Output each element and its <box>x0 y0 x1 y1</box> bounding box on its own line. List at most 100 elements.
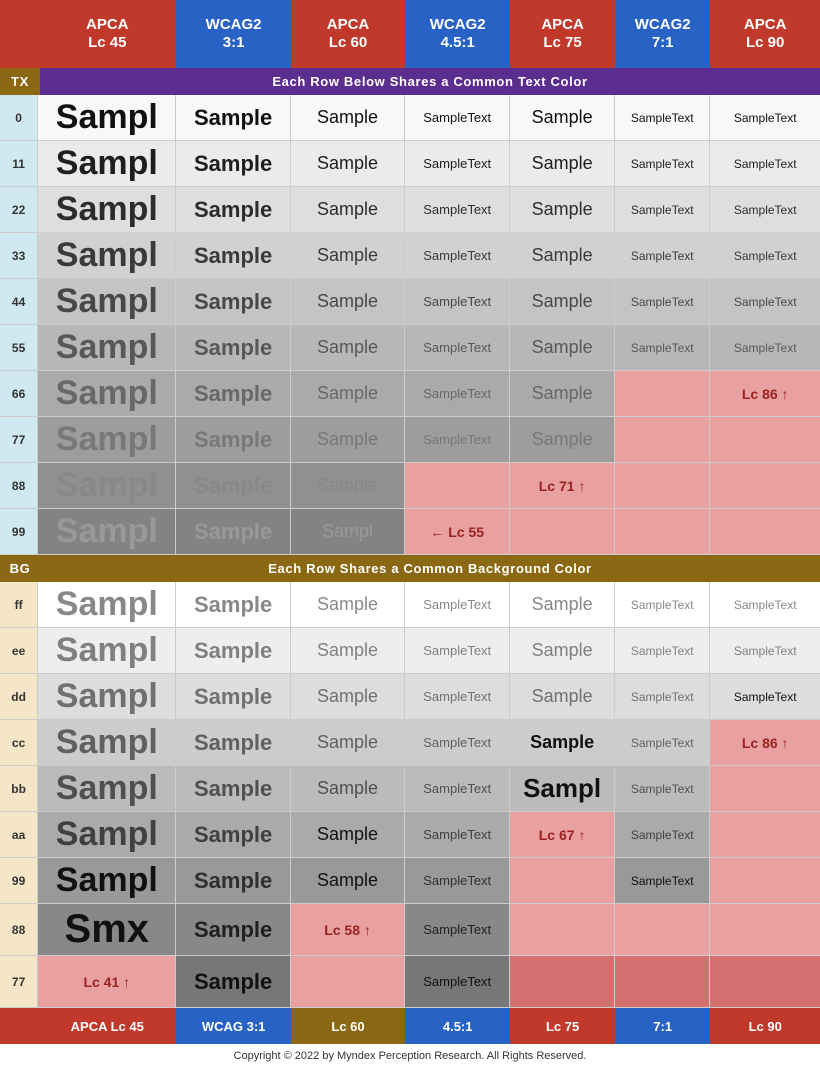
copyright-text: Copyright © 2022 by Myndex Perception Re… <box>0 1044 820 1066</box>
tx-cell-66-5: Sample <box>510 371 615 416</box>
bg-cell-88-5 <box>510 904 615 955</box>
bg-row-77: 77 Lc 41 ↑ Sample SampleText <box>0 956 820 1008</box>
footer-col-4: 4.5:1 <box>405 1008 510 1044</box>
bg-label: BG <box>0 555 40 582</box>
header-col-3: APCALc 60 <box>291 0 405 68</box>
bg-cell-cc-4: SampleText <box>405 720 510 765</box>
bg-cell-aa-4: SampleText <box>405 812 510 857</box>
bg-row-aa: aa Sampl Sample Sample SampleText Lc 67 … <box>0 812 820 858</box>
bg-row-label-cc: cc <box>0 720 38 765</box>
tx-cell-0-5: Sample <box>510 95 615 140</box>
tx-cell-88-2: Sample <box>176 463 290 508</box>
header-col-7: APCALc 90 <box>710 0 820 68</box>
bg-cell-aa-7 <box>710 812 820 857</box>
bg-cell-bb-4: SampleText <box>405 766 510 811</box>
bg-cell-ee-3: Sample <box>291 628 405 673</box>
tx-cell-55-1: Sampl <box>38 325 176 370</box>
tx-row-label-11: 11 <box>0 141 38 186</box>
tx-cell-11-2: Sample <box>176 141 290 186</box>
bg-cell-99-6: SampleText <box>615 858 710 903</box>
tx-cell-77-4: SampleText <box>405 417 510 462</box>
bg-row-label-ee: ee <box>0 628 38 673</box>
tx-row-label-55: 55 <box>0 325 38 370</box>
tx-cell-66-1: Sampl <box>38 371 176 416</box>
tx-cell-55-5: Sample <box>510 325 615 370</box>
bg-cell-ff-1: Sampl <box>38 582 176 627</box>
header-label-cell <box>0 0 38 68</box>
tx-cell-66-6 <box>615 371 710 416</box>
main-container: APCALc 45 WCAG23:1 APCALc 60 WCAG24.5:1 … <box>0 0 820 1066</box>
tx-row-label-88: 88 <box>0 463 38 508</box>
tx-cell-44-6: SampleText <box>615 279 710 324</box>
bg-cell-99-7 <box>710 858 820 903</box>
tx-cell-33-7: SampleText <box>710 233 820 278</box>
bg-cell-ff-4: SampleText <box>405 582 510 627</box>
footer-col-1: APCA Lc 45 <box>38 1008 176 1044</box>
tx-cell-44-7: SampleText <box>710 279 820 324</box>
bg-cell-ee-5: Sample <box>510 628 615 673</box>
tx-cell-22-5: Sample <box>510 187 615 232</box>
bg-cell-ee-2: Sample <box>176 628 290 673</box>
tx-cell-99-6 <box>615 509 710 554</box>
tx-cell-11-5: Sample <box>510 141 615 186</box>
bg-cell-88-7 <box>710 904 820 955</box>
tx-row-label-0: 0 <box>0 95 38 140</box>
tx-cell-66-7: Lc 86 ↑ <box>710 371 820 416</box>
tx-cell-22-3: Sample <box>291 187 405 232</box>
bg-row-99: 99 Sampl Sample Sample SampleText Sample… <box>0 858 820 904</box>
tx-cell-55-2: Sample <box>176 325 290 370</box>
bg-row-label-bb: bb <box>0 766 38 811</box>
tx-cell-22-6: SampleText <box>615 187 710 232</box>
bg-cell-99-5 <box>510 858 615 903</box>
bg-cell-aa-1: Sampl <box>38 812 176 857</box>
bg-cell-aa-2: Sample <box>176 812 290 857</box>
tx-cell-77-7 <box>710 417 820 462</box>
tx-cell-66-3: Sample <box>291 371 405 416</box>
footer-col-7: Lc 90 <box>710 1008 820 1044</box>
tx-cell-66-2: Sample <box>176 371 290 416</box>
bg-row-88: 88 Smx Sample Lc 58 ↑ SampleText <box>0 904 820 956</box>
bg-cell-dd-5: Sample <box>510 674 615 719</box>
bg-cell-dd-3: Sample <box>291 674 405 719</box>
tx-row-77: 77 Sampl Sample Sample SampleText Sample <box>0 417 820 463</box>
tx-title: Each Row Below Shares a Common Text Colo… <box>40 68 820 95</box>
tx-row-99: 99 Sampl Sample Sampl ← Lc 55 <box>0 509 820 555</box>
tx-cell-0-4: SampleText <box>405 95 510 140</box>
bg-row-bb: bb Sampl Sample Sample SampleText Sampl … <box>0 766 820 812</box>
tx-cell-77-2: Sample <box>176 417 290 462</box>
footer-col-3: Lc 60 <box>291 1008 405 1044</box>
tx-cell-11-7: SampleText <box>710 141 820 186</box>
bg-section-header: BG Each Row Shares a Common Background C… <box>0 555 820 582</box>
tx-cell-0-1: Sampl <box>38 95 176 140</box>
bg-cell-ff-3: Sample <box>291 582 405 627</box>
bg-cell-cc-5: Sample <box>510 720 615 765</box>
bg-cell-cc-7: Lc 86 ↑ <box>710 720 820 765</box>
tx-cell-88-3: Sample <box>291 463 405 508</box>
tx-cell-55-4: SampleText <box>405 325 510 370</box>
bg-cell-ff-6: SampleText <box>615 582 710 627</box>
bg-cell-77-6 <box>615 956 710 1007</box>
tx-cell-99-3: Sampl <box>291 509 405 554</box>
bg-cell-ff-7: SampleText <box>710 582 820 627</box>
tx-cell-88-6 <box>615 463 710 508</box>
bg-cell-77-1: Lc 41 ↑ <box>38 956 176 1007</box>
bg-cell-99-4: SampleText <box>405 858 510 903</box>
header-col-4: WCAG24.5:1 <box>405 0 510 68</box>
tx-cell-33-6: SampleText <box>615 233 710 278</box>
tx-row-label-22: 22 <box>0 187 38 232</box>
tx-cell-44-5: Sample <box>510 279 615 324</box>
header-col-5: APCALc 75 <box>510 0 615 68</box>
bg-cell-ee-4: SampleText <box>405 628 510 673</box>
tx-row-44: 44 Sampl Sample Sample SampleText Sample… <box>0 279 820 325</box>
bg-title: Each Row Shares a Common Background Colo… <box>40 555 820 582</box>
tx-cell-66-4: SampleText <box>405 371 510 416</box>
bg-row-label-99: 99 <box>0 858 38 903</box>
tx-cell-33-5: Sample <box>510 233 615 278</box>
tx-cell-88-7 <box>710 463 820 508</box>
tx-row-label-66: 66 <box>0 371 38 416</box>
tx-row-label-33: 33 <box>0 233 38 278</box>
tx-cell-44-2: Sample <box>176 279 290 324</box>
bg-cell-dd-7: SampleText <box>710 674 820 719</box>
bg-cell-ff-5: Sample <box>510 582 615 627</box>
tx-cell-99-7 <box>710 509 820 554</box>
